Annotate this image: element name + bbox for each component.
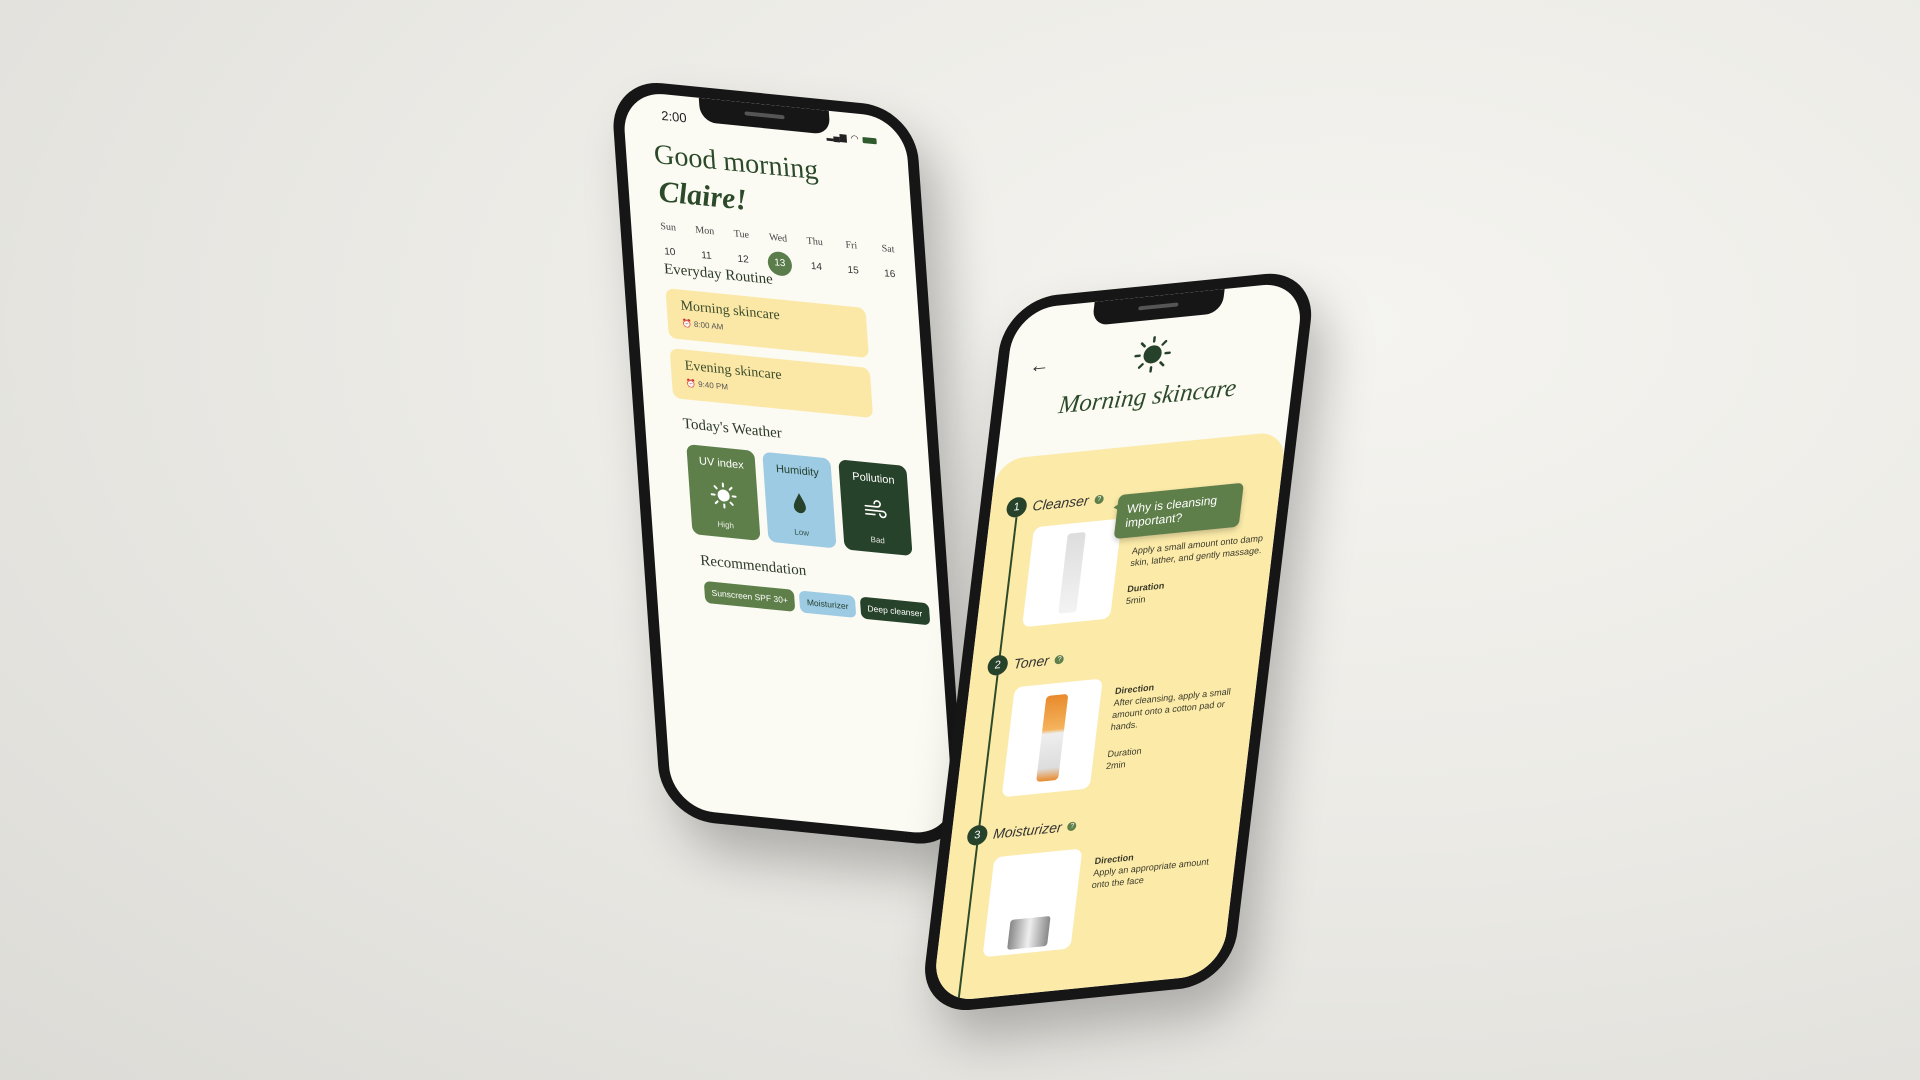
weather-tile-humidity[interactable]: Humidity Low <box>762 451 837 549</box>
day-wed[interactable]: Wed 13 <box>763 231 796 277</box>
step-number: 2 <box>986 654 1009 677</box>
status-time: 2:00 <box>660 107 688 126</box>
detail-phone: ← Morning skincare 1 Cleanser? Apply a sm… <box>919 268 1317 1015</box>
cleanser-direction: Apply a small amount onto damp skin, lat… <box>1125 532 1268 608</box>
toner-direction: Direction After cleansing, apply a small … <box>1105 672 1250 772</box>
page-title: Morning skincare <box>1057 374 1238 420</box>
help-icon[interactable]: ? <box>1094 494 1105 504</box>
chip-deep-cleanser[interactable]: Deep cleanser <box>859 596 931 626</box>
day-name: Thu <box>806 235 824 249</box>
step-cleanser: 1 Cleanser? <box>1005 489 1105 519</box>
steps-panel: 1 Cleanser? Apply a small amount onto dam… <box>931 430 1287 1003</box>
user-name: Claire! <box>657 175 749 217</box>
tile-value: Low <box>794 527 810 538</box>
day-tue[interactable]: Tue 12 <box>726 228 759 274</box>
home-phone: 2:00 ▂▄▆ ◠ Good morning Claire! Sun 10 Mon… <box>610 78 967 849</box>
recommendation-heading: Recommendation <box>699 552 807 580</box>
home-screen: 2:00 ▂▄▆ ◠ Good morning Claire! Sun 10 Mon… <box>621 90 956 837</box>
moisturizer-image <box>982 848 1083 958</box>
tile-value: Bad <box>870 534 886 546</box>
wifi-icon: ◠ <box>850 132 859 144</box>
detail-screen: ← Morning skincare 1 Cleanser? Apply a sm… <box>931 280 1305 1003</box>
alarm-icon: ⏰ <box>685 378 699 389</box>
recommendation-chips: Sunscreen SPF 30+ Moisturizer Deep clean… <box>703 580 931 626</box>
day-fri[interactable]: Fri 15 <box>836 239 869 285</box>
routine-time-value: 9:40 PM <box>697 379 729 392</box>
day-name: Mon <box>694 224 715 238</box>
step-name: Moisturizer <box>992 818 1063 842</box>
signal-icon: ▂▄▆ <box>826 130 848 143</box>
weather-tile-pollution[interactable]: Pollution Bad <box>838 459 913 557</box>
routine-card-evening[interactable]: Evening skincare ⏰ 9:40 PM <box>669 348 874 419</box>
sun-icon <box>710 481 737 509</box>
status-icons: ▂▄▆ ◠ <box>826 130 877 146</box>
day-name: Wed <box>768 231 788 245</box>
day-date: 15 <box>847 264 860 277</box>
routine-card-morning[interactable]: Morning skincare ⏰ 8:00 AM <box>665 288 869 359</box>
alarm-icon: ⏰ <box>681 318 695 329</box>
help-icon[interactable]: ? <box>1054 654 1065 665</box>
day-thu[interactable]: Thu 14 <box>799 235 832 281</box>
toner-image <box>1001 678 1103 798</box>
step-name: Cleanser <box>1031 492 1090 514</box>
tile-label: UV index <box>698 455 745 472</box>
direction-text: Apply a small amount onto damp skin, lat… <box>1129 532 1264 569</box>
day-sun[interactable]: Sun 10 <box>653 220 686 266</box>
step-name: Toner <box>1012 652 1050 672</box>
routine-time-value: 8:00 AM <box>693 319 724 332</box>
cleansing-tooltip[interactable]: Why is cleansing important? <box>1113 482 1244 540</box>
back-arrow-icon[interactable]: ← <box>1028 354 1051 379</box>
cleanser-image <box>1022 518 1123 628</box>
sun-icon <box>1134 336 1171 373</box>
duration-label: Duration <box>1107 745 1143 759</box>
step-number: 1 <box>1005 496 1028 519</box>
weather-tile-uv[interactable]: UV index High <box>686 444 761 541</box>
day-name: Fri <box>845 239 858 252</box>
weather-tiles: UV index High Humidity Low Pollution Bad <box>686 444 913 557</box>
tile-label: Humidity <box>775 462 820 480</box>
battery-icon <box>862 136 877 144</box>
help-icon[interactable]: ? <box>1067 820 1078 831</box>
tile-label: Pollution <box>851 470 895 487</box>
wind-icon <box>864 499 887 518</box>
day-name: Tue <box>733 228 750 241</box>
day-mon[interactable]: Mon 11 <box>689 224 722 270</box>
step-number: 3 <box>966 824 989 847</box>
notch <box>698 97 830 135</box>
day-sat[interactable]: Sat 16 <box>873 242 906 288</box>
step-moisturizer: 3 Moisturizer? <box>966 815 1078 847</box>
duration-value: 2min <box>1105 758 1127 771</box>
chip-moisturizer[interactable]: Moisturizer <box>799 590 857 618</box>
chip-sunscreen[interactable]: Sunscreen SPF 30+ <box>703 580 796 612</box>
moisturizer-direction: Direction Apply an appropriate amount ont… <box>1091 842 1230 892</box>
day-name: Sat <box>881 243 895 256</box>
tile-value: High <box>717 519 735 531</box>
day-name: Sun <box>659 221 677 234</box>
water-drop-icon <box>793 492 806 513</box>
weather-heading: Today's Weather <box>682 415 783 442</box>
notch <box>1091 288 1225 326</box>
day-date: 16 <box>883 268 896 281</box>
duration-label: Duration <box>1126 580 1165 595</box>
day-date: 14 <box>810 260 823 274</box>
duration-value: 5min <box>1125 594 1147 607</box>
